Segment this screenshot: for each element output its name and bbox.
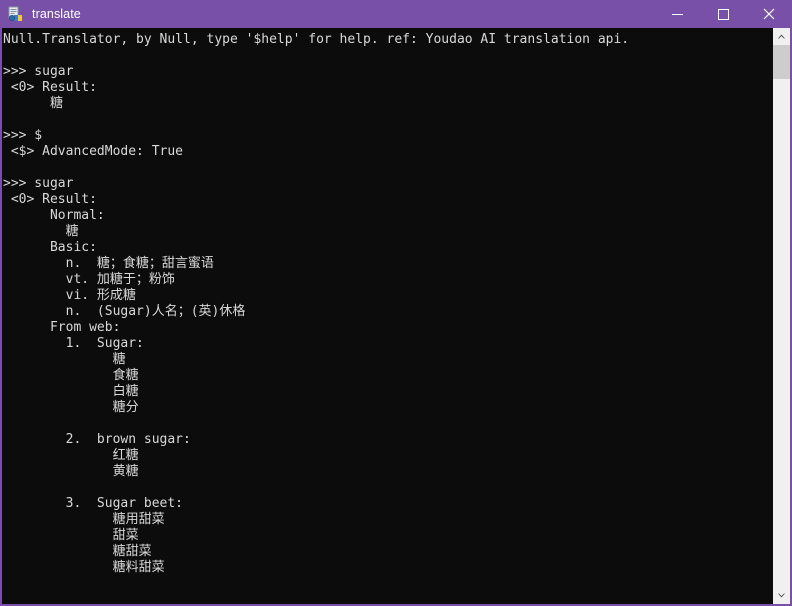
title-bar[interactable]: translate [0, 0, 792, 28]
console-line: 糖用甜菜 [3, 512, 165, 527]
console-line: n. 糖；食糖；甜言蜜语 [3, 256, 214, 271]
console-line: <0> Result: [3, 80, 97, 95]
console-output-area[interactable]: Null.Translator, by Null, type '$help' f… [2, 28, 772, 604]
console-line: 糖甜菜 [3, 544, 152, 559]
maximize-button[interactable] [700, 0, 746, 28]
scrollbar-thumb[interactable] [773, 45, 790, 79]
console-line: 糖料甜菜 [3, 560, 165, 575]
console-line: 糖 [3, 224, 79, 239]
console-line: 白糖 [3, 384, 139, 399]
console-line: Basic: [3, 240, 97, 255]
console-line: 1. Sugar: [3, 336, 144, 351]
console-line: 食糖 [3, 368, 139, 383]
close-button[interactable] [746, 0, 792, 28]
vertical-scrollbar[interactable] [772, 28, 790, 604]
console-line: >>> sugar [3, 176, 74, 191]
console-line: >>> sugar [3, 64, 74, 79]
console-line: <0> Result: [3, 192, 97, 207]
console-line: 糖 [3, 352, 126, 367]
console-line: 糖分 [3, 400, 139, 415]
console-line: 红糖 [3, 448, 139, 463]
translate-window: translate Null.Translator, by Null, type… [0, 0, 792, 606]
console-line: 3. Sugar beet: [3, 496, 184, 511]
console-line: 甜菜 [3, 528, 139, 543]
console-line: vi. 形成糖 [3, 288, 136, 303]
minimize-button[interactable] [654, 0, 700, 28]
window-title: translate [32, 7, 81, 21]
console-line: >>> $ [3, 128, 43, 143]
console-line: 黄糖 [3, 464, 139, 479]
script-file-icon [8, 6, 24, 22]
scrollbar-track[interactable] [773, 45, 790, 587]
console-line: Normal: [3, 208, 105, 223]
console-line: 糖 [3, 96, 63, 111]
console-line: n. (Sugar)人名；(英)休格 [3, 304, 246, 319]
console-text: Null.Translator, by Null, type '$help' f… [2, 28, 772, 604]
console-line: From web: [3, 320, 121, 335]
chevron-down-icon[interactable] [773, 587, 790, 604]
console-line: vt. 加糖于；粉饰 [3, 272, 175, 287]
console-line: 2. brown sugar: [3, 432, 191, 447]
window-body: Null.Translator, by Null, type '$help' f… [2, 28, 790, 604]
chevron-up-icon[interactable] [773, 28, 790, 45]
console-line: Null.Translator, by Null, type '$help' f… [3, 32, 630, 47]
console-line: <$> AdvancedMode: True [3, 144, 184, 159]
